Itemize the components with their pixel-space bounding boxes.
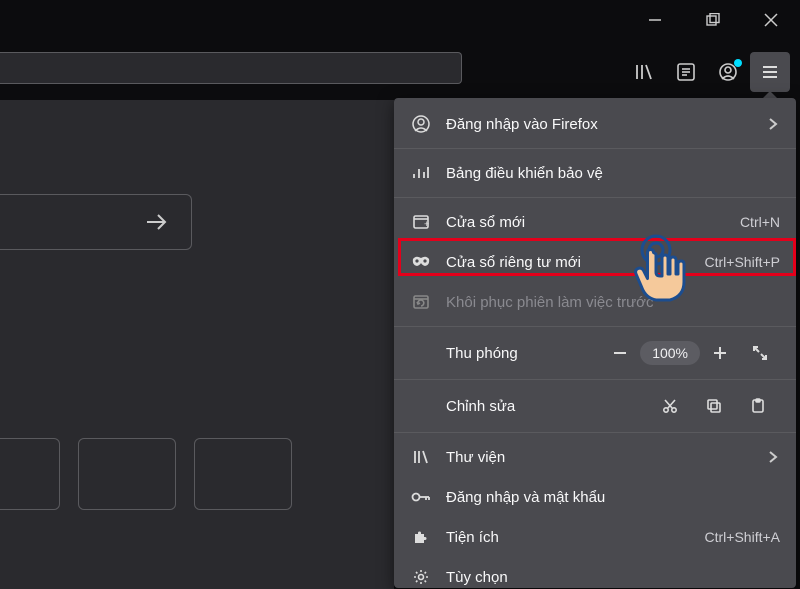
edit-controls: Chỉnh sửa <box>394 384 796 428</box>
menu-label: Bảng điều khiển bảo vệ <box>446 165 780 182</box>
notification-dot <box>734 59 742 67</box>
toolbar-icons <box>624 52 790 92</box>
maximize-button[interactable] <box>684 0 742 40</box>
menu-private-window[interactable]: Cửa sổ riêng tư mới Ctrl+Shift+P <box>394 242 796 282</box>
menu-label: Đăng nhập và mật khẩu <box>446 489 780 506</box>
menu-logins[interactable]: Đăng nhập và mật khẩu <box>394 477 796 517</box>
window-controls <box>626 0 800 40</box>
zoom-out-button[interactable] <box>600 337 640 369</box>
tile[interactable] <box>0 438 60 510</box>
menu-library[interactable]: Thư viện <box>394 437 796 477</box>
menu-label: Cửa sổ mới <box>446 214 740 231</box>
puzzle-icon <box>410 526 432 548</box>
zoom-value[interactable]: 100% <box>640 341 700 365</box>
fullscreen-button[interactable] <box>740 337 780 369</box>
shortcut: Ctrl+N <box>740 214 780 230</box>
hamburger-menu-button[interactable] <box>750 52 790 92</box>
zoom-controls: Thu phóng 100% <box>394 331 796 375</box>
separator <box>394 197 796 198</box>
library-icon[interactable] <box>624 52 664 92</box>
dashboard-icon <box>410 162 432 184</box>
zoom-in-button[interactable] <box>700 337 740 369</box>
separator <box>394 148 796 149</box>
account-circle-icon <box>410 113 432 135</box>
restore-icon <box>410 291 432 313</box>
tile[interactable] <box>78 438 176 510</box>
menu-addons[interactable]: Tiện ích Ctrl+Shift+A <box>394 517 796 557</box>
menu-label: Khôi phục phiên làm việc trước <box>446 294 780 311</box>
minimize-button[interactable] <box>626 0 684 40</box>
arrow-right-icon <box>143 208 171 236</box>
separator <box>394 326 796 327</box>
account-icon[interactable] <box>708 52 748 92</box>
svg-text:+: + <box>424 219 429 229</box>
shortcut: Ctrl+Shift+P <box>705 254 780 270</box>
chevron-right-icon <box>766 450 780 464</box>
menu-label: Tiện ích <box>446 529 705 546</box>
separator <box>394 432 796 433</box>
app-menu-panel: Đăng nhập vào Firefox Bảng điều khiển bả… <box>394 98 796 588</box>
menu-label: Cửa sổ riêng tư mới <box>446 254 705 271</box>
close-button[interactable] <box>742 0 800 40</box>
mask-icon <box>410 251 432 273</box>
cut-button[interactable] <box>648 390 692 422</box>
menu-protection[interactable]: Bảng điều khiển bảo vệ <box>394 153 796 193</box>
copy-button[interactable] <box>692 390 736 422</box>
menu-new-window[interactable]: + Cửa sổ mới Ctrl+N <box>394 202 796 242</box>
top-sites-tiles <box>0 438 292 510</box>
edit-label: Chỉnh sửa <box>410 398 648 415</box>
new-window-icon: + <box>410 211 432 233</box>
shortcut: Ctrl+Shift+A <box>705 529 780 545</box>
content-area <box>0 100 394 589</box>
search-box[interactable] <box>0 194 192 250</box>
menu-options[interactable]: Tùy chọn <box>394 557 796 588</box>
chevron-right-icon <box>766 117 780 131</box>
reader-view-icon[interactable] <box>666 52 706 92</box>
menu-restore-session: Khôi phục phiên làm việc trước <box>394 282 796 322</box>
library-icon <box>410 446 432 468</box>
separator <box>394 379 796 380</box>
url-bar[interactable] <box>0 52 462 84</box>
tile[interactable] <box>194 438 292 510</box>
menu-label: Tùy chọn <box>446 569 780 586</box>
zoom-label: Thu phóng <box>410 345 600 362</box>
key-icon <box>410 486 432 508</box>
menu-signin[interactable]: Đăng nhập vào Firefox <box>394 104 796 144</box>
paste-button[interactable] <box>736 390 780 422</box>
gear-icon <box>410 566 432 588</box>
menu-label: Thư viện <box>446 449 756 466</box>
menu-label: Đăng nhập vào Firefox <box>446 116 756 133</box>
